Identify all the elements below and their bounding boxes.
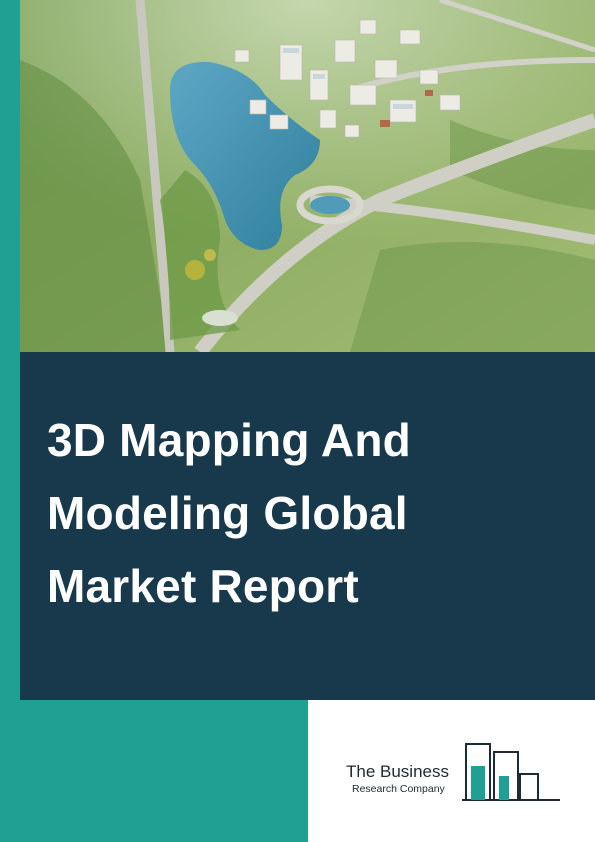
building-bars-logo-icon: [462, 738, 562, 804]
cover-image: [20, 0, 595, 352]
publisher-name: The Business: [346, 762, 449, 781]
report-title-line-2: Modeling Global: [47, 487, 408, 539]
publisher-logo: The Business Research Company: [340, 738, 565, 808]
report-title-line-1: 3D Mapping And: [47, 414, 411, 466]
report-title-line-3: Market Report: [47, 560, 359, 612]
title-panel: 3D Mapping And Modeling Global Market Re…: [20, 352, 595, 700]
teal-accent-block: [0, 700, 308, 842]
report-title: 3D Mapping And Modeling Global Market Re…: [47, 404, 567, 623]
publisher-subtitle: Research Company: [352, 783, 445, 795]
